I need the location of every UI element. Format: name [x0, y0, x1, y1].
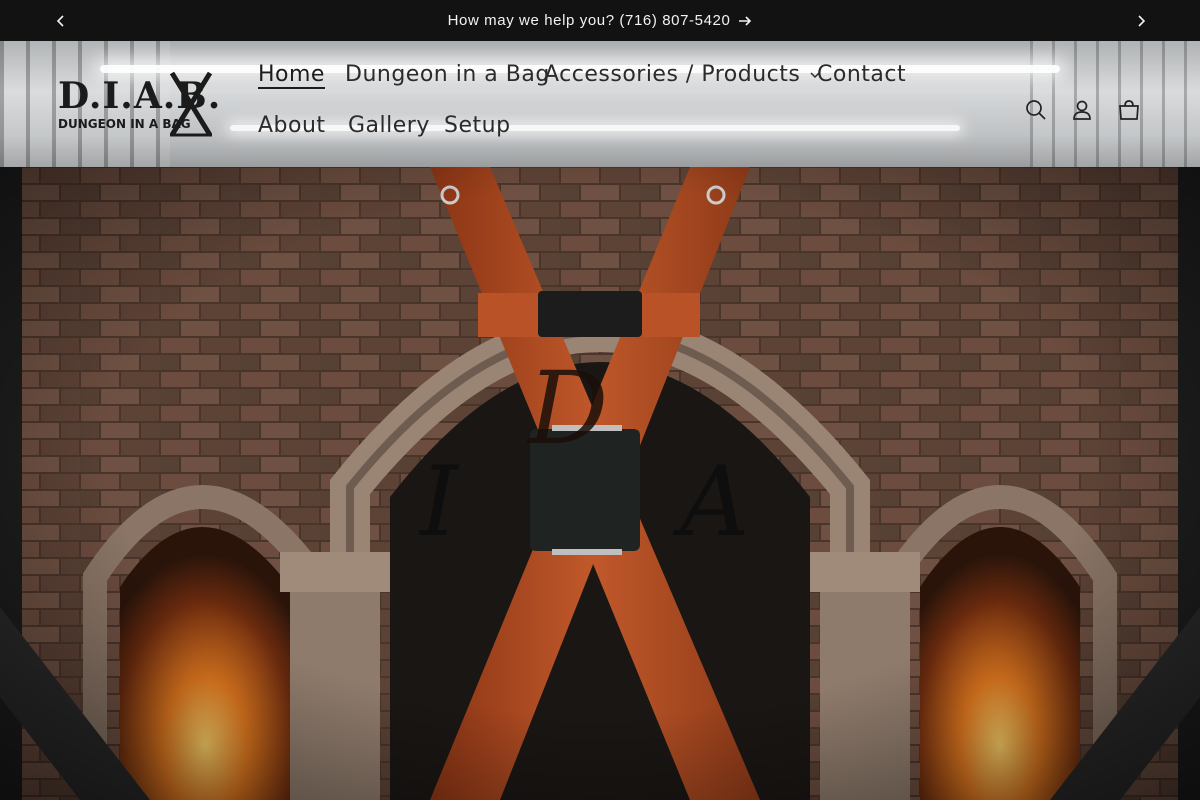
site-header: D.I.A.B. DUNGEON IN A BAG Home Dungeon i… [0, 41, 1200, 167]
search-icon [1026, 100, 1046, 120]
hero-letter-a: A [672, 446, 749, 558]
cart-button[interactable] [1107, 88, 1151, 132]
announcement-link[interactable]: How may we help you? (716) 807-5420 [448, 12, 753, 29]
account-icon [1073, 100, 1091, 120]
hero-letter-i: I [418, 446, 460, 558]
cart-icon [1119, 100, 1139, 120]
nav-contact[interactable]: Contact [817, 62, 906, 87]
nav-dungeon-in-a-bag[interactable]: Dungeon in a Bag [345, 62, 550, 87]
nav-gallery[interactable]: Gallery [348, 113, 430, 138]
chevron-left-icon [56, 14, 64, 27]
logo-cross-icon [169, 71, 213, 137]
chevron-right-icon [1137, 14, 1145, 27]
nav-setup[interactable]: Setup [444, 113, 511, 138]
next-announcement-button[interactable] [1120, 0, 1161, 41]
nav-home[interactable]: Home [258, 62, 325, 87]
hero-banner: D I A [0, 167, 1200, 800]
previous-announcement-button[interactable] [40, 0, 81, 41]
hero-letter-d: D [526, 350, 608, 467]
account-button[interactable] [1060, 88, 1104, 132]
nav-accessories-label: Accessories / Products [544, 62, 801, 87]
search-button[interactable] [1014, 88, 1058, 132]
nav-about[interactable]: About [258, 113, 326, 138]
nav-accessories-products[interactable]: Accessories / Products [544, 62, 820, 87]
arrow-right-icon [739, 15, 752, 26]
hero-image: D I A [0, 167, 1200, 800]
site-logo[interactable]: D.I.A.B. DUNGEON IN A BAG [58, 71, 220, 137]
announcement-text: How may we help you? (716) 807-5420 [447, 12, 731, 29]
announcement-bar: How may we help you? (716) 807-5420 [0, 0, 1200, 41]
